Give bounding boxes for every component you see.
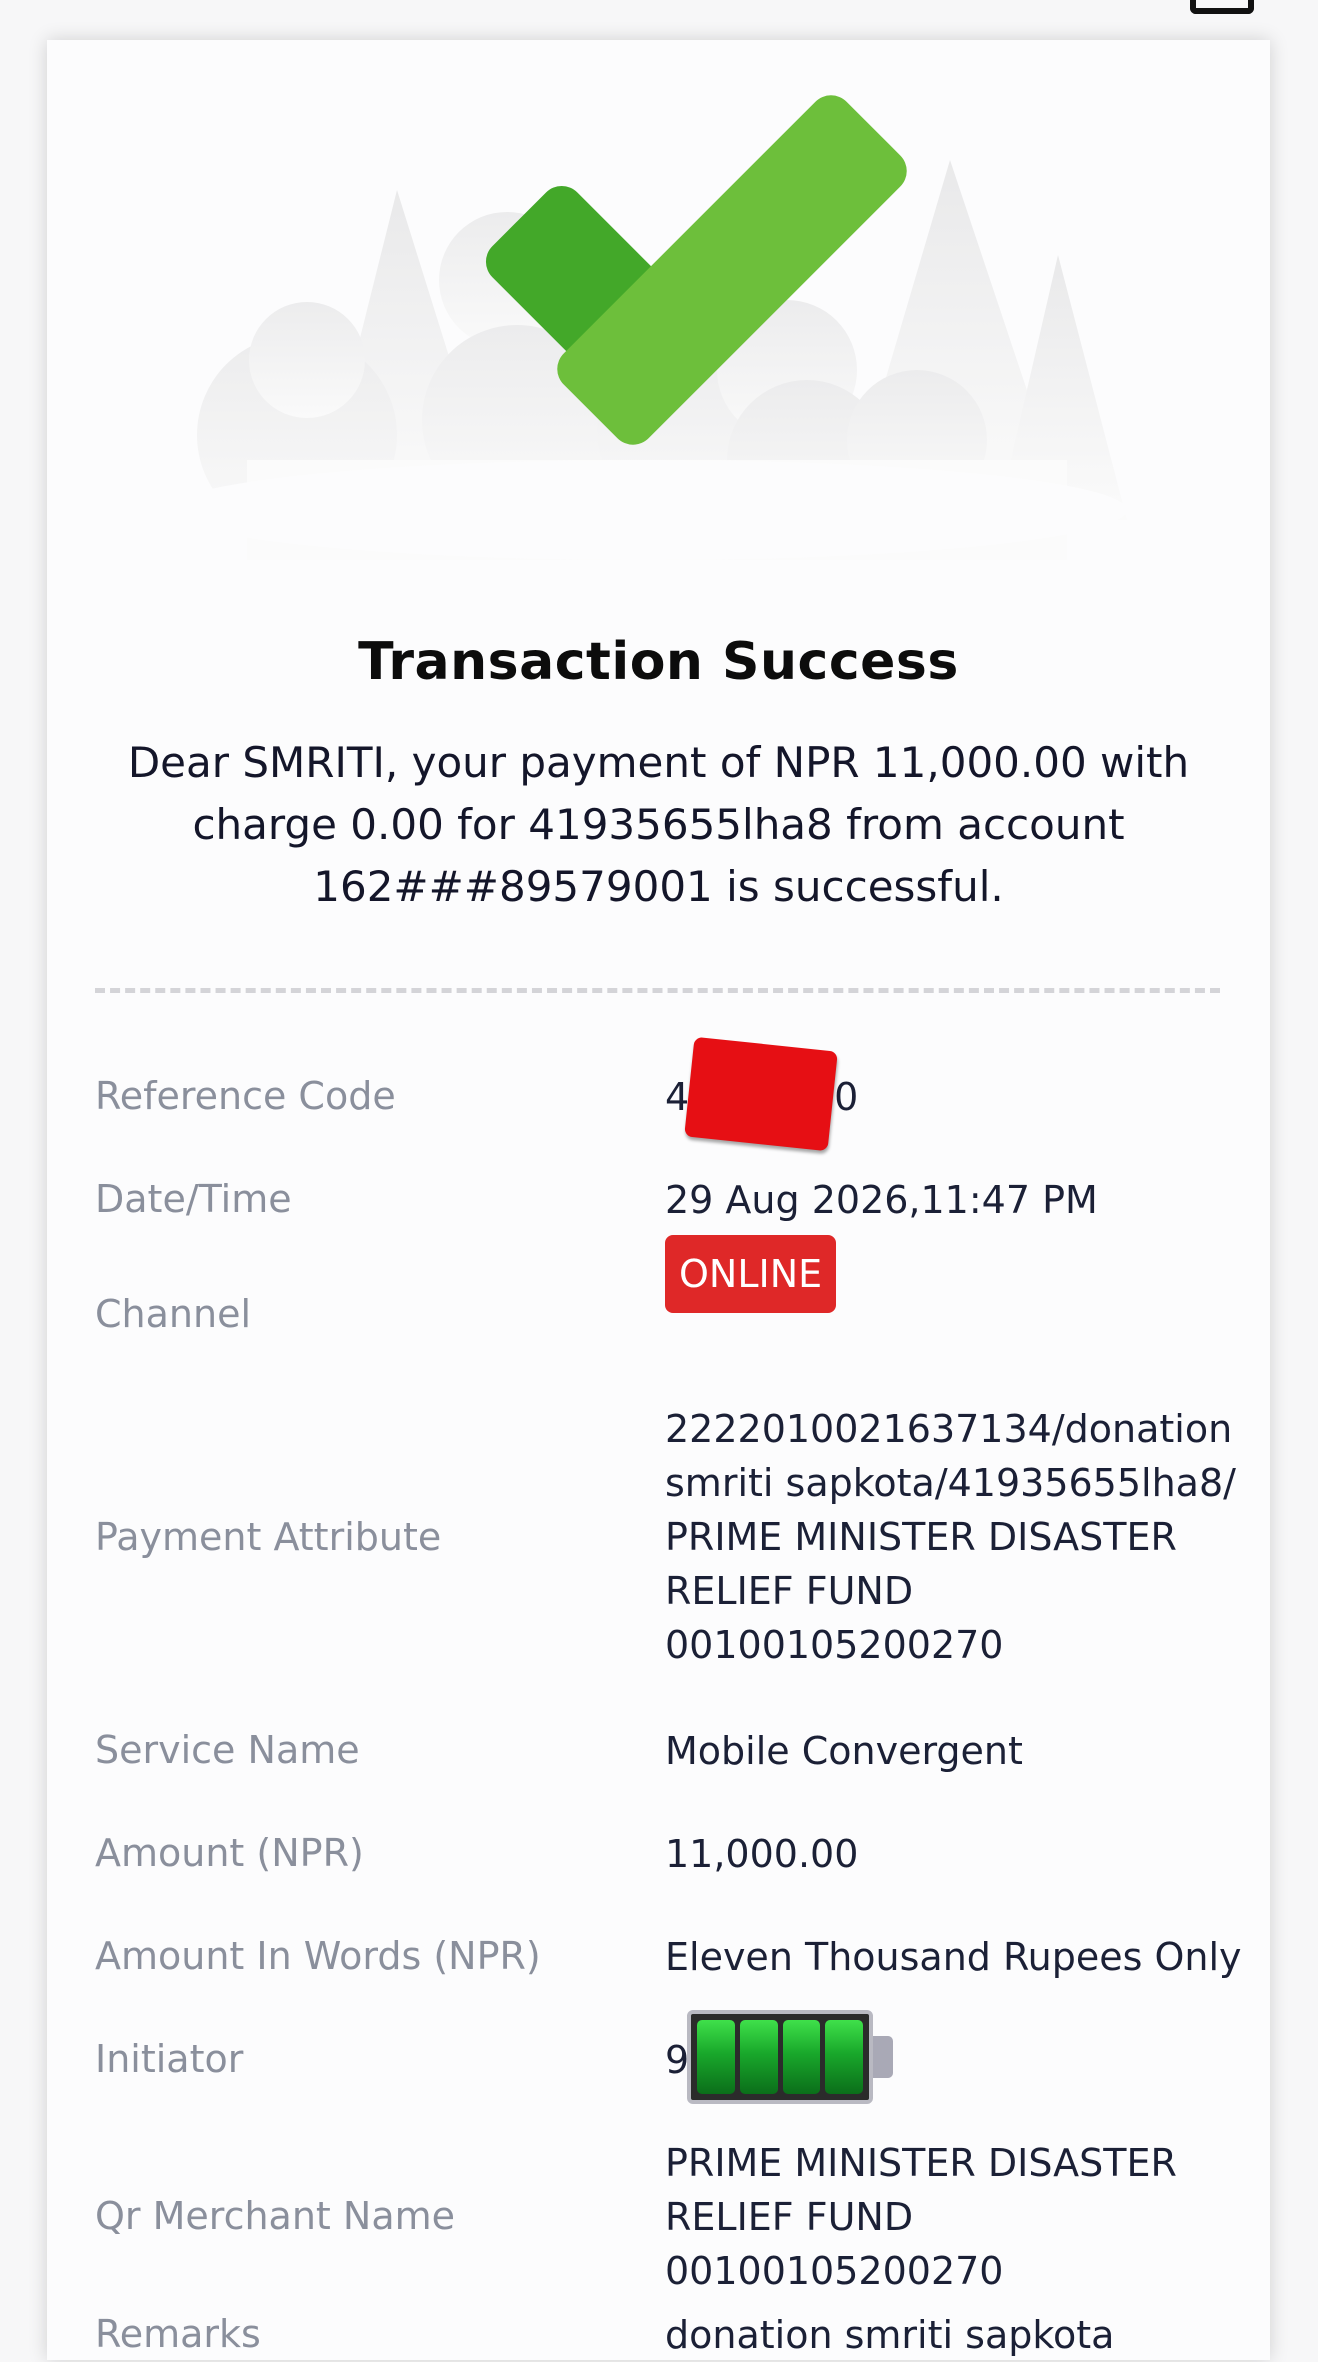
amount-label: Amount (NPR) (95, 1831, 364, 1875)
reference-code-label: Reference Code (95, 1074, 396, 1118)
qr-merchant-name-value: PRIME MINISTER DISASTER RELIEF FUND 0010… (665, 2141, 1177, 2293)
remarks-value: donation smriti sapkota (665, 2313, 1115, 2357)
battery-cell (697, 2020, 735, 2094)
amount-words-value: Eleven Thousand Rupees Only (665, 1935, 1242, 1979)
top-bar (0, 0, 1318, 40)
service-name-label: Service Name (95, 1728, 360, 1772)
battery-icon (687, 2010, 873, 2104)
redaction-mark (684, 1036, 838, 1152)
receipt-card: Transaction Success Dear SMRITI, your pa… (47, 40, 1270, 2360)
service-name-value: Mobile Convergent (665, 1729, 1023, 1773)
qr-merchant-name-label: Qr Merchant Name (95, 2194, 455, 2238)
amount-words-label: Amount In Words (NPR) (95, 1934, 541, 1978)
dashed-divider (95, 988, 1220, 993)
header-action-icon[interactable] (1190, 0, 1254, 14)
battery-cell (782, 2020, 821, 2094)
remarks-label: Remarks (95, 2312, 261, 2356)
initiator-label: Initiator (95, 2037, 244, 2081)
battery-cell (825, 2020, 863, 2094)
transaction-message: Dear SMRITI, your payment of NPR 11,000.… (127, 738, 1190, 911)
channel-label: Channel (95, 1292, 252, 1336)
transaction-title: Transaction Success (358, 632, 959, 692)
date-time-value: 29 Aug 2026,11:47 PM (665, 1178, 1098, 1222)
payment-attribute-label: Payment Attribute (95, 1515, 442, 1559)
amount-value: 11,000.00 (665, 1832, 859, 1876)
battery-tip (873, 2036, 893, 2078)
battery-cell (739, 2020, 778, 2094)
payment-attribute-value: 2222010021637134/donation smriti sapkota… (665, 1407, 1236, 1667)
channel-badge: ONLINE (665, 1235, 837, 1313)
success-illustration (167, 95, 1127, 560)
date-time-label: Date/Time (95, 1177, 292, 1221)
